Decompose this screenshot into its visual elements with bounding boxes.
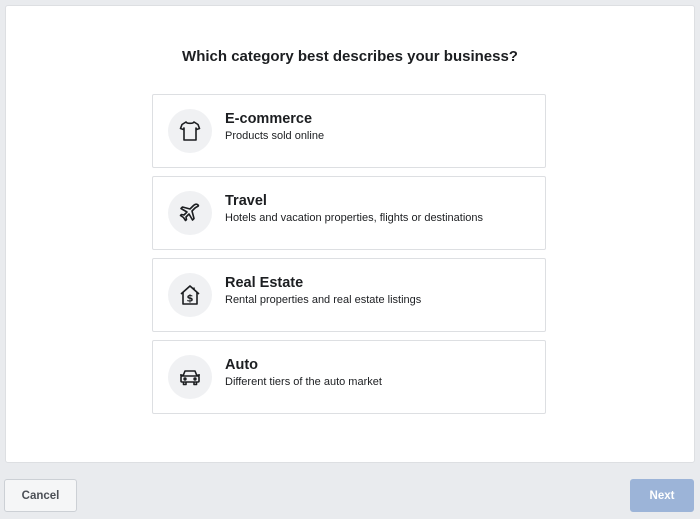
option-real-estate[interactable]: $ Real Estate Rental properties and real… — [152, 258, 546, 332]
svg-text:$: $ — [187, 294, 194, 305]
option-description: Rental properties and real estate listin… — [225, 294, 422, 306]
dialog-title: Which category best describes your busin… — [182, 48, 518, 65]
option-auto[interactable]: Auto Different tiers of the auto market — [152, 340, 546, 414]
option-description: Products sold online — [225, 130, 325, 142]
tshirt-icon — [168, 109, 212, 153]
option-description: Hotels and vacation properties, flights … — [225, 212, 484, 224]
option-title: Travel — [225, 193, 267, 209]
option-title: E-commerce — [225, 111, 313, 127]
category-options-list: E-commerce Products sold online Travel H… — [152, 94, 546, 422]
option-title: Real Estate — [225, 275, 304, 291]
airplane-icon — [168, 191, 212, 235]
option-travel[interactable]: Travel Hotels and vacation properties, f… — [152, 176, 546, 250]
house-dollar-icon: $ — [168, 273, 212, 317]
option-ecommerce[interactable]: E-commerce Products sold online — [152, 94, 546, 168]
option-title: Auto — [225, 357, 259, 373]
category-dialog: Which category best describes your busin… — [5, 5, 695, 463]
next-button[interactable]: Next — [630, 479, 694, 512]
option-description: Different tiers of the auto market — [225, 376, 382, 388]
cancel-button[interactable]: Cancel — [4, 479, 77, 512]
car-icon — [168, 355, 212, 399]
